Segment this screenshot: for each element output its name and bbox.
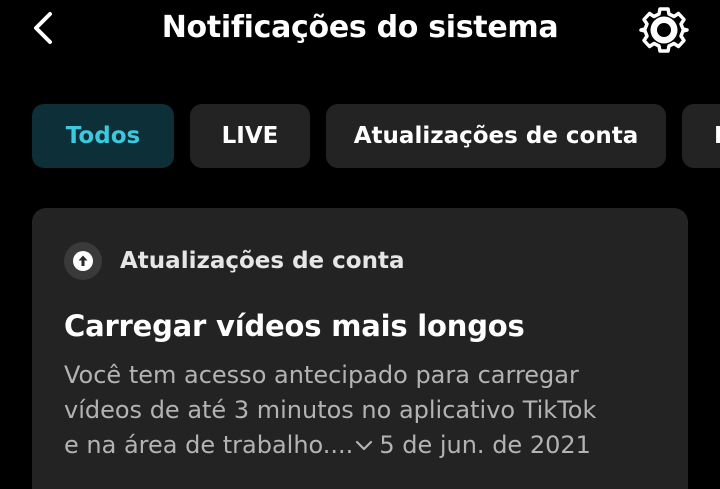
notification-body: Você tem acesso antecipado para carregar… bbox=[64, 358, 664, 463]
tab-todos[interactable]: Todos bbox=[32, 104, 174, 168]
body-line: vídeos de até 3 minutos no aplicativo Ti… bbox=[64, 396, 597, 424]
notification-title: Carregar vídeos mais longos bbox=[64, 309, 525, 343]
arrow-up-circle-icon bbox=[64, 242, 102, 280]
chevron-down-icon bbox=[356, 440, 373, 451]
notification-category: Atualizações de conta bbox=[64, 242, 405, 280]
body-line: Você tem acesso antecipado para carregar bbox=[64, 361, 579, 389]
gear-icon bbox=[639, 7, 689, 53]
header-bar: Notificações do sistema bbox=[0, 0, 720, 60]
category-label: Atualizações de conta bbox=[120, 248, 405, 274]
notification-card[interactable]: Atualizações de conta Carregar vídeos ma… bbox=[32, 208, 688, 489]
body-line-last: e na área de trabalho.... 5 de jun. de 20… bbox=[64, 428, 664, 463]
tab-next-partial[interactable]: N bbox=[682, 104, 720, 168]
expand-button[interactable] bbox=[355, 440, 373, 452]
tab-live[interactable]: LIVE bbox=[190, 104, 310, 168]
tab-account-updates[interactable]: Atualizações de conta bbox=[326, 104, 666, 168]
filter-tabs: Todos LIVE Atualizações de conta N bbox=[32, 104, 720, 170]
page-title: Notificações do sistema bbox=[161, 10, 559, 45]
settings-button[interactable] bbox=[636, 6, 692, 54]
body-line-text: e na área de trabalho.... bbox=[64, 431, 354, 459]
system-notifications-screen: Notificações do sistema Todos LIVE Atual… bbox=[0, 0, 720, 489]
notification-date: 5 de jun. de 2021 bbox=[379, 431, 591, 459]
